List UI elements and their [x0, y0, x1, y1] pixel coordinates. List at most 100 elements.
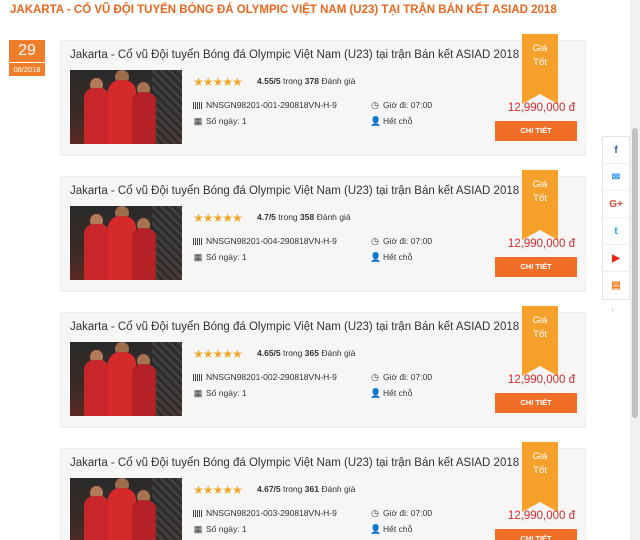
review-label: Đánh giá — [321, 76, 356, 86]
tour-code-value: NNSGN98201-003-290818VN-H-9 — [206, 508, 337, 518]
google-plus-icon[interactable]: G+ — [603, 191, 629, 218]
tour-photo[interactable] — [70, 70, 182, 144]
player-jersey — [84, 224, 110, 280]
player-jersey — [132, 228, 156, 280]
tour-photo[interactable] — [70, 206, 182, 280]
rating-score: 4.65/5 — [257, 348, 281, 358]
tour-photo[interactable] — [70, 342, 182, 416]
twitter-icon[interactable]: t — [603, 218, 629, 245]
facebook-icon[interactable]: f — [603, 137, 629, 164]
departure-time: 07:00 — [410, 372, 433, 382]
calendar-icon: ▦ — [193, 388, 203, 398]
clock-icon: ◷ — [371, 508, 379, 518]
duration-info: ▦ Số ngày: 1 — [193, 252, 247, 263]
tour-photo[interactable] — [70, 478, 182, 540]
rating-word: trong — [283, 348, 303, 358]
departure-time: 07:00 — [410, 100, 433, 110]
best-price-ribbon: Giá Tốt — [522, 442, 558, 512]
tour-card: Jakarta - Cổ vũ Đội tuyển Bóng đá Olympi… — [60, 306, 586, 428]
chevron-right-icon[interactable]: › — [611, 304, 614, 314]
messenger-icon[interactable]: ✉ — [603, 164, 629, 191]
seats-info: 👤 Hết chỗ — [370, 116, 412, 127]
days-label: Số ngày: — [206, 252, 240, 262]
best-price-ribbon: Giá Tốt — [522, 306, 558, 376]
photo-crowd — [152, 342, 182, 416]
review-count: 365 — [304, 348, 319, 358]
rating-score: 4.55/5 — [257, 76, 281, 86]
scrollbar[interactable] — [630, 0, 640, 540]
rating-text: 4.55/5 trong 378 Đánh giá — [257, 76, 355, 86]
rating-text: 4.65/5 trong 365 Đánh giá — [257, 348, 355, 358]
departure-label: Giờ đi: — [383, 100, 409, 110]
departure-info: ◷ Giờ đi: 07:00 — [370, 372, 432, 383]
tour-code: NNSGN98201-003-290818VN-H-9 — [193, 508, 337, 518]
ribbon-line1: Giá — [532, 315, 548, 326]
detail-button[interactable]: CHI TIẾT — [495, 393, 577, 413]
person-icon: 👤 — [370, 116, 382, 126]
review-label: Đánh giá — [316, 212, 351, 222]
ribbon-line2: Tốt — [533, 465, 547, 476]
tour-code: NNSGN98201-004-290818VN-H-9 — [193, 236, 337, 246]
calendar-icon: ▦ — [193, 116, 203, 126]
detail-button[interactable]: CHI TIẾT — [495, 529, 577, 540]
duration-info: ▦ Số ngày: 1 — [193, 524, 247, 535]
ribbon-line1: Giá — [532, 179, 548, 190]
date-badge: 29 08/2018 — [9, 40, 45, 76]
review-count: 361 — [304, 484, 319, 494]
seats-info: 👤 Hết chỗ — [370, 388, 412, 399]
seats-info: 👤 Hết chỗ — [370, 524, 412, 535]
tour-price: 12,990,000 đ — [507, 374, 575, 386]
tour-price: 12,990,000 đ — [507, 238, 575, 250]
days-value: 1 — [241, 116, 247, 126]
tour-title[interactable]: Jakarta - Cổ vũ Đội tuyển Bóng đá Olympi… — [70, 457, 519, 469]
rating-text: 4.7/5 trong 358 Đánh giá — [257, 212, 351, 222]
tour-title[interactable]: Jakarta - Cổ vũ Đội tuyển Bóng đá Olympi… — [70, 49, 519, 61]
tour-price: 12,990,000 đ — [507, 510, 575, 522]
tour-card: Jakarta - Cổ vũ Đội tuyển Bóng đá Olympi… — [60, 442, 586, 540]
ribbon-line1: Giá — [532, 451, 548, 462]
ribbon-line2: Tốt — [533, 329, 547, 340]
detail-button[interactable]: CHI TIẾT — [495, 257, 577, 277]
best-price-ribbon: Giá Tốt — [522, 170, 558, 240]
tour-title[interactable]: Jakarta - Cổ vũ Đội tuyển Bóng đá Olympi… — [70, 321, 519, 333]
social-share-bar: f ✉ G+ t ▶ ▤ — [602, 136, 630, 300]
clock-icon: ◷ — [371, 372, 379, 382]
calendar-icon: ▦ — [193, 524, 203, 534]
rating-word: trong — [278, 212, 298, 222]
tour-code-value: NNSGN98201-002-290818VN-H-9 — [206, 372, 337, 382]
bookmark-icon[interactable]: ▤ — [603, 272, 629, 299]
tour-code: NNSGN98201-002-290818VN-H-9 — [193, 372, 337, 382]
days-value: 1 — [241, 252, 247, 262]
departure-info: ◷ Giờ đi: 07:00 — [370, 100, 432, 111]
person-icon: 👤 — [370, 524, 382, 534]
detail-button[interactable]: CHI TIẾT — [495, 121, 577, 141]
tour-code: NNSGN98201-001-290818VN-H-9 — [193, 100, 337, 110]
photo-crowd — [152, 70, 182, 144]
tour-title[interactable]: Jakarta - Cổ vũ Đội tuyển Bóng đá Olympi… — [70, 185, 519, 197]
review-count: 358 — [300, 212, 315, 222]
scrollbar-thumb[interactable] — [632, 128, 638, 418]
review-count: 378 — [304, 76, 319, 86]
barcode-icon — [193, 102, 202, 109]
departure-label: Giờ đi: — [383, 372, 409, 382]
duration-info: ▦ Số ngày: 1 — [193, 388, 247, 399]
person-icon: 👤 — [370, 252, 382, 262]
player-jersey — [84, 88, 110, 144]
barcode-icon — [193, 510, 202, 517]
calendar-icon: ▦ — [193, 252, 203, 262]
barcode-icon — [193, 238, 202, 245]
youtube-icon[interactable]: ▶ — [603, 245, 629, 272]
departure-label: Giờ đi: — [383, 236, 409, 246]
seats-status: Hết chỗ — [383, 116, 413, 126]
rating-word: trong — [283, 484, 303, 494]
review-label: Đánh giá — [321, 348, 356, 358]
rating-stars: ★★★★★ — [193, 347, 243, 361]
ribbon-line1: Giá — [532, 43, 548, 54]
page-title[interactable]: JAKARTA - CỔ VŨ ĐỘI TUYỂN BÓNG ĐÁ OLYMPI… — [10, 4, 557, 16]
player-jersey — [84, 360, 110, 416]
best-price-ribbon: Giá Tốt — [522, 34, 558, 104]
days-value: 1 — [241, 388, 247, 398]
player-jersey — [132, 92, 156, 144]
departure-label: Giờ đi: — [383, 508, 409, 518]
days-label: Số ngày: — [206, 388, 240, 398]
